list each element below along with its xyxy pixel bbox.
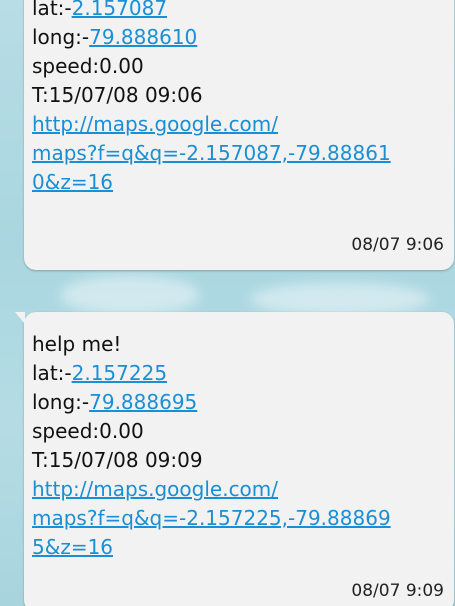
long-label: long:- [32,390,90,414]
message-timestamp: 08/07 9:09 [351,581,444,601]
message-body: lat:-2.157087 long:-79.888610 speed:0.00… [32,0,391,197]
message-bubble[interactable]: help me! lat:-2.157225 long:-79.888695 s… [15,312,454,606]
lat-label: lat:- [32,361,72,385]
speed-line: speed:0.00 [32,419,144,443]
long-line: long:-79.888610 [32,23,391,52]
time-line: T:15/07/08 09:09 [32,448,203,472]
message-greeting: help me! [32,332,122,356]
lat-link[interactable]: 2.157225 [72,361,167,385]
lat-label: lat:- [32,0,72,20]
map-link[interactable]: http://maps.google.com/ maps?f=q&q=-2.15… [32,110,391,197]
map-link-line[interactable]: 5&z=16 [32,533,391,562]
long-line: long:-79.888695 [32,388,391,417]
background-cloud [60,275,200,315]
message-body: help me! lat:-2.157225 long:-79.888695 s… [32,330,391,562]
long-label: long:- [32,25,90,49]
lat-link[interactable]: 2.157087 [72,0,167,20]
message-timestamp: 08/07 9:06 [351,235,444,255]
lat-line: lat:-2.157087 [32,0,391,23]
map-link-line[interactable]: 0&z=16 [32,168,391,197]
time-line: T:15/07/08 09:06 [32,83,203,107]
long-link[interactable]: 79.888610 [89,25,197,49]
message-bubble[interactable]: lat:-2.157087 long:-79.888610 speed:0.00… [24,0,454,270]
map-link-line[interactable]: maps?f=q&q=-2.157225,-79.88869 [32,504,391,533]
lat-line: lat:-2.157225 [32,359,391,388]
background-cloud [250,282,430,316]
map-link-line[interactable]: maps?f=q&q=-2.157087,-79.88861 [32,139,391,168]
chat-screen: lat:-2.157087 long:-79.888610 speed:0.00… [0,0,455,606]
speed-line: speed:0.00 [32,54,144,78]
map-link-line[interactable]: http://maps.google.com/ [32,110,391,139]
bubble-tail [15,312,25,324]
long-link[interactable]: 79.888695 [89,390,197,414]
map-link-line[interactable]: http://maps.google.com/ [32,475,391,504]
map-link[interactable]: http://maps.google.com/ maps?f=q&q=-2.15… [32,475,391,562]
